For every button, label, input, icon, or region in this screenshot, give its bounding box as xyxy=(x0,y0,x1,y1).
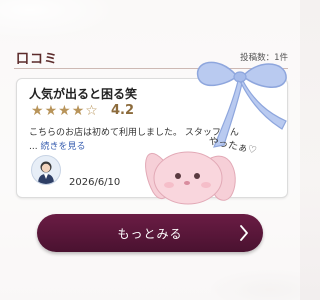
star-filled-icon: ★ xyxy=(71,103,86,119)
more-button-label: もっとみる xyxy=(117,227,183,241)
rating-value: 4.2 xyxy=(111,103,135,118)
section-title: 口コミ xyxy=(16,52,59,67)
more-button[interactable]: もっとみる xyxy=(37,214,263,252)
review-title: 人気が出ると困る笑 xyxy=(29,87,138,101)
review-excerpt-end: ... 続きを見る xyxy=(29,139,85,152)
star-filled-icon: ★ xyxy=(44,103,59,119)
review-section: 口コミ 投稿数：1件 人気が出ると困る笑 ★★★★☆ 4.2 こちらのお店は初め… xyxy=(0,0,300,300)
user-avatar-icon xyxy=(31,155,61,185)
star-filled-icon: ★ xyxy=(58,103,72,119)
ellipsis: ... xyxy=(29,142,38,152)
chevron-right-icon xyxy=(240,225,248,241)
review-date: 2026/6/10 xyxy=(69,177,121,188)
star-rating: ★★★★☆ xyxy=(31,103,99,119)
read-more-link[interactable]: 続きを見る xyxy=(40,142,85,152)
star-filled-icon: ★ xyxy=(31,103,45,119)
star-empty-icon: ☆ xyxy=(85,103,99,119)
